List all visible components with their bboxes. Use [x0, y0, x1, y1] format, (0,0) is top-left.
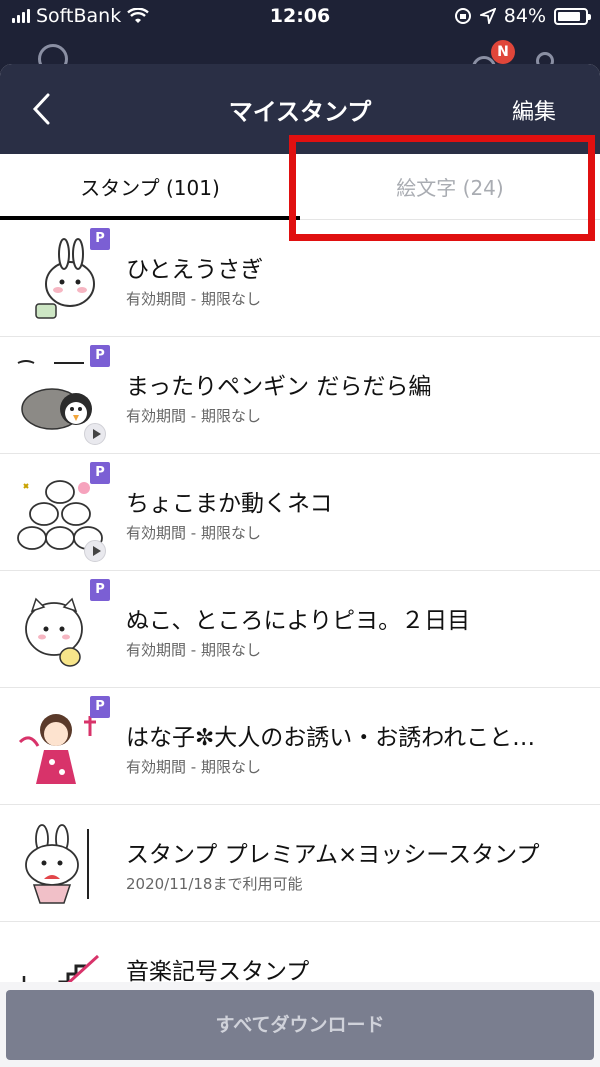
list-item[interactable]: P はな子✼大人のお誘い・お誘われこと… 有効期間 - 期限なし [0, 688, 600, 805]
list-item[interactable]: P ひとえうさぎ 有効期間 - 期限なし [0, 220, 600, 337]
stamp-validity: 有効期間 - 期限なし [126, 758, 261, 776]
download-all-button[interactable]: すべてダウンロード [6, 990, 594, 1060]
list-item[interactable]: スタンプ プレミアム×ヨッシースタンプ 2020/11/18まで利用可能 [0, 805, 600, 922]
tab-bar: スタンプ (101) 絵文字 (24) [0, 154, 600, 220]
stamp-validity: 有効期間 - 期限なし [126, 407, 261, 425]
stamp-name: ひとえうさぎ [126, 257, 264, 283]
battery-icon [554, 7, 591, 25]
nav-bar: マイスタンプ 編集 [0, 64, 600, 154]
notification-badge: N [491, 40, 515, 64]
stamp-thumbnail [14, 819, 106, 909]
stamp-name: ぬこ、ところによりピヨ。２日目 [126, 608, 471, 634]
stamp-name: はな子✼大人のお誘い・お誘われこと… [126, 725, 536, 751]
battery-percent: 84% [503, 5, 546, 27]
stamp-validity: 有効期間 - 期限なし [126, 641, 261, 659]
orientation-lock-icon [454, 8, 471, 24]
stamp-name: ちょこまか動くネコ [126, 491, 333, 517]
stamp-validity: 有効期間 - 期限なし [126, 524, 261, 542]
status-bar: SoftBank 12:06 84% [0, 0, 600, 34]
tab-stamps[interactable]: スタンプ (101) [0, 154, 300, 220]
location-arrow-icon [479, 8, 496, 24]
stamp-name: まったりペンギン だらだら編 [126, 374, 432, 400]
stamp-validity: 2020/11/18まで利用可能 [126, 875, 303, 893]
premium-badge: P [90, 579, 110, 601]
play-icon [84, 540, 106, 562]
list-item[interactable]: P まったりペンギン だらだら編 有効期間 - 期限なし [0, 337, 600, 454]
premium-badge: P [90, 345, 110, 367]
page-title: マイスタンプ [228, 98, 372, 126]
stamp-validity: 有効期間 - 期限なし [126, 290, 261, 308]
stamp-list: P ひとえうさぎ 有効期間 - 期限なし P まったりペンギン だらだら編 有効… [0, 220, 600, 1039]
list-item[interactable]: P ちょこまか動くネコ 有効期間 - 期限なし [0, 454, 600, 571]
footer-bar: すべてダウンロード [0, 982, 600, 1067]
premium-badge: P [90, 696, 110, 718]
stamp-name: 音楽記号スタンプ [126, 959, 310, 985]
edit-button[interactable]: 編集 [512, 94, 556, 126]
list-item[interactable]: P ぬこ、ところによりピヨ。２日目 有効期間 - 期限なし [0, 571, 600, 688]
premium-badge: P [90, 462, 110, 484]
stamp-name: スタンプ プレミアム×ヨッシースタンプ [126, 842, 540, 868]
tab-emoji[interactable]: 絵文字 (24) [300, 154, 600, 220]
my-stamps-sheet: マイスタンプ 編集 スタンプ (101) 絵文字 (24) P ひとえうさぎ 有… [0, 64, 600, 1067]
premium-badge: P [90, 228, 110, 250]
play-icon [84, 423, 106, 445]
